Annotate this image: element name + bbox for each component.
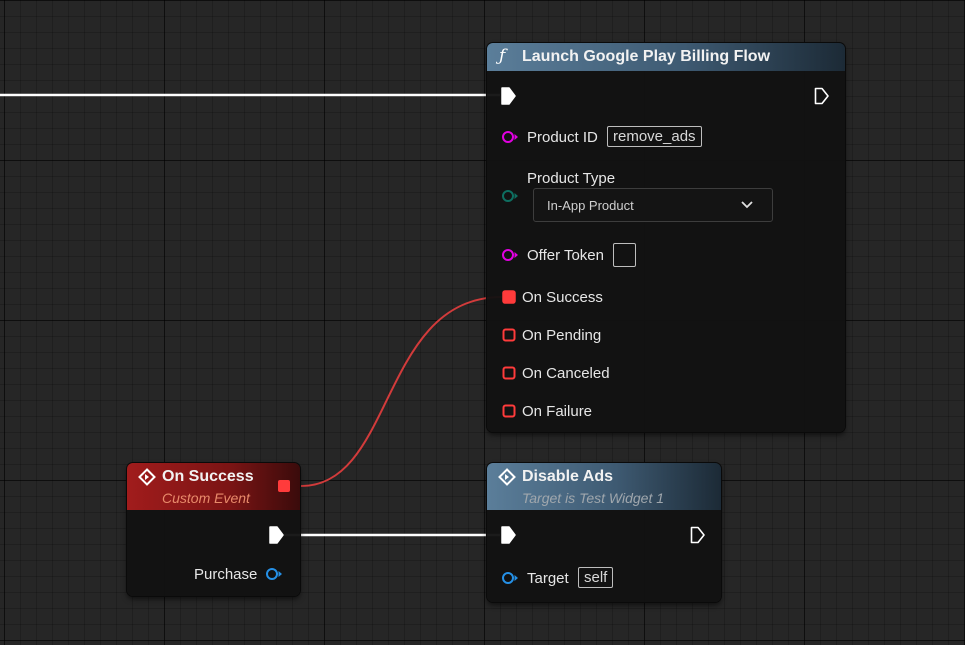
function-diamond-icon bbox=[498, 468, 516, 486]
on-success-event-node[interactable]: On Success Custom Event Purchase bbox=[127, 463, 300, 596]
launch-billing-flow-node[interactable]: ƒ Launch Google Play Billing Flow Produc… bbox=[487, 43, 845, 432]
event-diamond-icon bbox=[138, 468, 156, 486]
purchase-label: Purchase bbox=[194, 566, 258, 583]
product-type-dropdown[interactable]: In-App Product bbox=[533, 188, 773, 222]
node-title: Disable Ads bbox=[522, 468, 613, 485]
chevron-down-icon bbox=[741, 201, 753, 209]
product-id-label: Product ID bbox=[527, 129, 598, 146]
exec-out-pin[interactable] bbox=[690, 526, 706, 544]
blueprint-graph-canvas[interactable]: ƒ Launch Google Play Billing Flow Produc… bbox=[0, 0, 965, 645]
on-failure-pin[interactable] bbox=[502, 404, 516, 418]
on-canceled-pin[interactable] bbox=[502, 366, 516, 380]
disable-ads-header[interactable]: Disable Ads Target is Test Widget 1 bbox=[487, 463, 721, 510]
product-id-pin[interactable] bbox=[501, 129, 521, 145]
exec-out-pin[interactable] bbox=[269, 526, 285, 544]
on-success-pin[interactable] bbox=[502, 290, 516, 304]
on-pending-label: On Pending bbox=[522, 327, 602, 344]
on-success-event-header[interactable]: On Success Custom Event bbox=[127, 463, 300, 510]
exec-in-pin[interactable] bbox=[501, 526, 517, 544]
on-success-label: On Success bbox=[522, 289, 603, 306]
target-pin[interactable] bbox=[501, 570, 521, 586]
product-id-input[interactable]: remove_ads bbox=[607, 126, 702, 147]
function-icon: ƒ bbox=[499, 46, 506, 66]
product-type-label: Product Type bbox=[527, 170, 616, 187]
on-pending-pin[interactable] bbox=[502, 328, 516, 342]
launch-billing-flow-header[interactable]: ƒ Launch Google Play Billing Flow bbox=[487, 43, 845, 71]
disable-ads-node[interactable]: Disable Ads Target is Test Widget 1 Targ… bbox=[487, 463, 721, 602]
purchase-pin[interactable] bbox=[265, 566, 285, 582]
product-type-selected: In-App Product bbox=[547, 198, 634, 213]
on-canceled-label: On Canceled bbox=[522, 365, 610, 382]
node-subtitle: Custom Event bbox=[162, 490, 250, 506]
node-title: On Success bbox=[162, 468, 254, 485]
product-type-pin[interactable] bbox=[501, 188, 521, 204]
target-label: Target bbox=[527, 570, 569, 587]
exec-in-pin[interactable] bbox=[501, 87, 517, 105]
offer-token-pin[interactable] bbox=[501, 247, 521, 263]
node-subtitle: Target is Test Widget 1 bbox=[522, 490, 665, 506]
delegate-output-pin[interactable] bbox=[277, 479, 291, 493]
offer-token-input[interactable] bbox=[613, 243, 636, 267]
target-input[interactable]: self bbox=[578, 567, 614, 588]
delegate-wire-on-success[interactable] bbox=[300, 296, 503, 487]
node-title: Launch Google Play Billing Flow bbox=[522, 48, 771, 65]
exec-out-pin[interactable] bbox=[814, 87, 830, 105]
offer-token-label: Offer Token bbox=[527, 247, 604, 264]
on-failure-label: On Failure bbox=[522, 403, 593, 420]
